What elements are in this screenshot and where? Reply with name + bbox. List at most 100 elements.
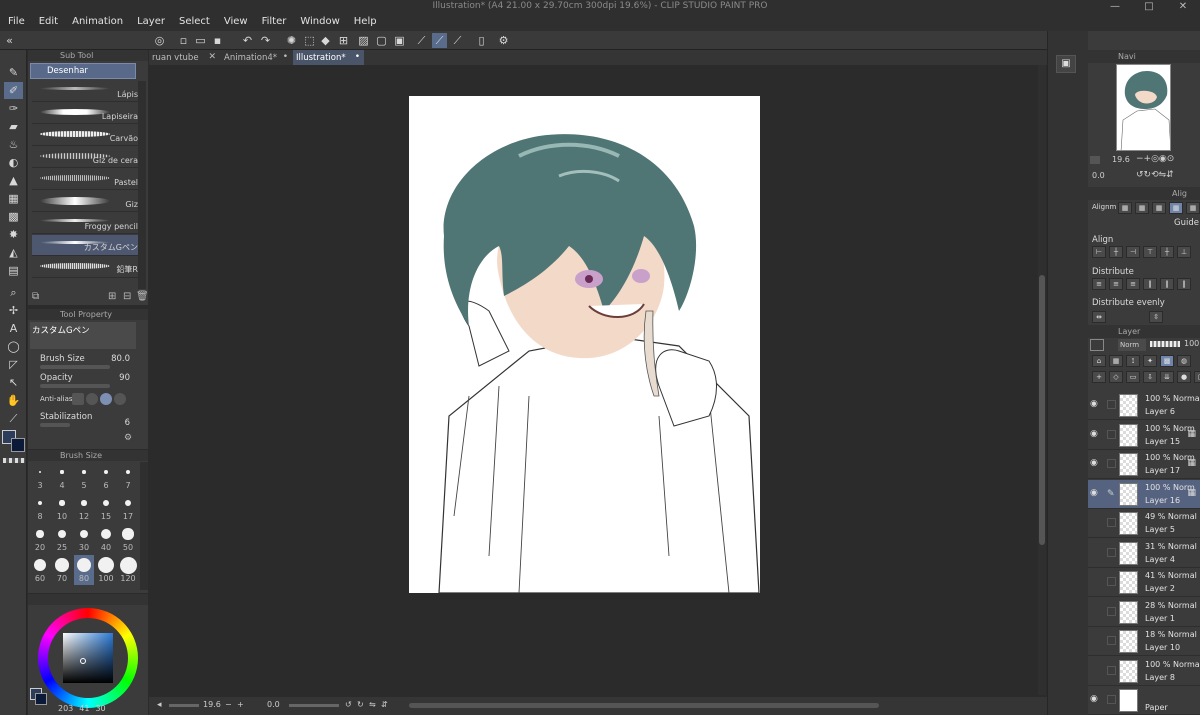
brush-size-cell[interactable]: 70: [52, 555, 72, 585]
zoom-out-icon[interactable]: −: [225, 700, 232, 709]
auto-select-tool-icon[interactable]: ▤: [4, 262, 23, 279]
brush-size-cell[interactable]: 80: [74, 555, 94, 585]
tab-modified-icon[interactable]: •: [355, 52, 360, 62]
flip-horizontal-icon[interactable]: ⇋: [369, 700, 376, 709]
navigator-rotate-buttons[interactable]: ↺↻⟲⇋⇵: [1136, 170, 1174, 180]
brush-size-cell[interactable]: 6: [96, 462, 116, 492]
layer-mask-icon[interactable]: ▦: [1187, 458, 1196, 468]
layer-lock-checkbox[interactable]: [1107, 636, 1116, 645]
zoom-in-icon[interactable]: +: [237, 700, 244, 709]
stabilization-value[interactable]: 6: [125, 418, 130, 428]
brush-size-scrollbar[interactable]: [140, 462, 148, 590]
reference-icon[interactable]: ✦: [1143, 355, 1157, 367]
layer-row[interactable]: ◉ 100 % Norm Layer 15 ▦: [1088, 421, 1200, 450]
distribute-icon[interactable]: ‖: [1160, 278, 1174, 290]
brush-size-cell[interactable]: 12: [74, 493, 94, 523]
pencil-tool-icon[interactable]: ✐: [4, 82, 23, 99]
layer-lock-checkbox[interactable]: [1107, 547, 1116, 557]
rotate-left-icon[interactable]: ↺: [345, 700, 352, 709]
clip-icon[interactable]: ⟟: [1126, 355, 1140, 367]
sub-tool-group[interactable]: Desenhar: [30, 63, 136, 79]
visibility-eye-icon[interactable]: ◉: [1090, 399, 1098, 409]
layer-lock-checkbox[interactable]: [1107, 400, 1116, 409]
layer-lock-checkbox[interactable]: [1107, 518, 1116, 527]
brush-size-slider[interactable]: [40, 365, 110, 369]
grid-snap-icon[interactable]: ⟋: [450, 33, 465, 48]
canvas-vertical-scrollbar[interactable]: [1038, 65, 1046, 695]
align-center-icon[interactable]: ┼: [1109, 246, 1123, 258]
align-target-icon[interactable]: ▦: [1118, 202, 1132, 214]
saturation-value-square[interactable]: [63, 633, 113, 683]
angle-slider[interactable]: [289, 704, 339, 707]
decoration-tool-icon[interactable]: ♨: [4, 136, 23, 153]
canvas-horizontal-scrollbar[interactable]: [409, 703, 879, 708]
layer-lock-checkbox[interactable]: ✎: [1107, 489, 1116, 499]
device-icon[interactable]: ▯: [474, 33, 489, 48]
align-left-icon[interactable]: ⊢: [1092, 246, 1106, 258]
brush-list-scrollbar[interactable]: [138, 81, 146, 289]
layer-row[interactable]: 28 % Normal Layer 1: [1088, 598, 1200, 627]
maximize-button[interactable]: □: [1132, 0, 1166, 14]
undo-icon[interactable]: ↶: [240, 33, 255, 48]
tab-animation4[interactable]: Animation4* •: [221, 50, 292, 65]
brush-size-cell[interactable]: 5: [74, 462, 94, 492]
lock-transparency-icon[interactable]: ▦: [1109, 355, 1123, 367]
tool-settings-icon[interactable]: ⚙: [124, 433, 132, 443]
opacity-value[interactable]: 90: [119, 373, 130, 383]
navigator-angle-value[interactable]: 0.0: [1092, 171, 1105, 180]
transform-icon[interactable]: ⊞: [336, 33, 351, 48]
brush-item-selected[interactable]: カスタムGペン: [32, 235, 140, 256]
close-button[interactable]: ✕: [1166, 0, 1200, 14]
rotate-right-icon[interactable]: ↻: [357, 700, 364, 709]
brush-item[interactable]: Lapiseira: [32, 103, 140, 124]
paper-layer[interactable]: ◉ Paper: [1088, 686, 1200, 715]
settings-icon[interactable]: ⚙: [496, 33, 511, 48]
invert-icon[interactable]: ▣: [392, 33, 407, 48]
delete-layer-icon[interactable]: ▢: [1194, 371, 1200, 383]
redo-icon[interactable]: ↷: [258, 33, 273, 48]
eyedropper-tool-icon[interactable]: ⟋: [4, 410, 23, 427]
clip-studio-icon[interactable]: ◎: [152, 33, 167, 48]
lock-icon[interactable]: ⌂: [1092, 355, 1106, 367]
brush-size-cell[interactable]: 7: [118, 462, 138, 492]
panel-collapse-icon[interactable]: «: [2, 33, 17, 48]
tab-illustration[interactable]: Illustration* •: [293, 50, 364, 65]
layer-row[interactable]: 49 % Normal Layer 5: [1088, 509, 1200, 538]
antialias-weak-icon[interactable]: [86, 393, 98, 405]
gradient-tool-icon[interactable]: ▩: [4, 208, 23, 225]
menu-animation[interactable]: Animation: [64, 14, 129, 31]
deselect-icon[interactable]: ▨: [356, 33, 371, 48]
eraser-tool-icon[interactable]: ▰: [4, 118, 23, 135]
tab-modified-icon[interactable]: •: [283, 52, 288, 62]
distribute-evenly-icon[interactable]: ⇹: [1092, 311, 1106, 323]
operation-tool-icon[interactable]: ✢: [4, 302, 23, 319]
layer-color-icon[interactable]: [1090, 339, 1104, 351]
fill-tool-icon[interactable]: ▲: [4, 172, 23, 189]
bucket-tool-icon[interactable]: ◭: [4, 244, 23, 261]
brush-size-cell[interactable]: 20: [30, 524, 50, 554]
menu-view[interactable]: View: [216, 14, 254, 31]
menu-layer[interactable]: Layer: [129, 14, 171, 31]
align-top-icon[interactable]: ⊤: [1143, 246, 1157, 258]
ruler-snap-icon[interactable]: ⟋: [414, 33, 429, 48]
brush-size-cell[interactable]: 3: [30, 462, 50, 492]
mask-add-icon[interactable]: ●: [1177, 371, 1191, 383]
layer-mask-icon[interactable]: ▦: [1187, 429, 1196, 439]
opacity-slider[interactable]: [40, 384, 110, 388]
antialias-medium-icon[interactable]: [100, 393, 112, 405]
brush-item[interactable]: Lápis: [32, 81, 140, 102]
brush-size-cell[interactable]: 10: [52, 493, 72, 523]
stabilization-slider[interactable]: [40, 423, 70, 427]
layer-opacity-slider[interactable]: [1150, 341, 1180, 347]
sub-color-swatch[interactable]: [11, 438, 25, 452]
brush-size-cell[interactable]: 50: [118, 524, 138, 554]
scroll-left-icon[interactable]: ◂: [157, 700, 162, 710]
brush-size-cell[interactable]: 15: [96, 493, 116, 523]
minimize-button[interactable]: —: [1098, 0, 1132, 14]
zoom-slider[interactable]: [169, 704, 199, 707]
new-folder-icon[interactable]: ▭: [1126, 371, 1140, 383]
brush-size-cell[interactable]: 30: [74, 524, 94, 554]
brush-size-cell[interactable]: 8: [30, 493, 50, 523]
clear-icon[interactable]: ⬚: [302, 33, 317, 48]
layer-row[interactable]: 41 % Normal Layer 2: [1088, 568, 1200, 597]
